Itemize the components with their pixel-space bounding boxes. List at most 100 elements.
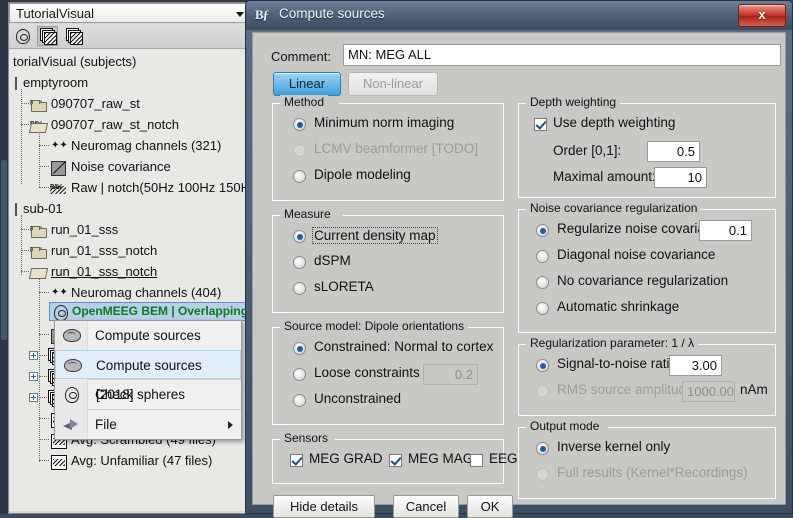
radio-sloreta[interactable]	[293, 282, 306, 295]
measure-group-title: Measure	[280, 207, 335, 221]
close-button[interactable]: x	[738, 4, 786, 27]
loose-constraints-input: 0.2	[423, 364, 478, 385]
head-model-icon	[62, 385, 81, 404]
label-automatic-shrinkage: Automatic shrinkage	[557, 299, 679, 314]
raw-folder-open-icon	[29, 263, 47, 280]
radio-dspm[interactable]	[293, 256, 306, 269]
label-no-covariance-regularization: No covariance regularization	[557, 273, 728, 288]
menu-item-check-spheres[interactable]: Check spheres	[55, 380, 241, 409]
submenu-arrow-icon	[228, 421, 233, 429]
raw-data-icon: RAW	[49, 179, 67, 196]
cancel-button[interactable]: Cancel	[393, 495, 459, 518]
hide-details-button[interactable]: Hide details	[273, 495, 375, 518]
tree-item-label: run_01_sss	[51, 219, 118, 240]
raw-folder-icon: RAW	[29, 221, 47, 238]
label-use-depth-weighting: Use depth weighting	[553, 115, 675, 130]
label-full-results: Full results (Kernel*Recordings)	[557, 465, 748, 480]
dialog-title: Compute sources	[279, 6, 385, 21]
menu-item-compute-sources-2018[interactable]: Compute sources [2018]	[55, 350, 241, 379]
order-input[interactable]: 0.5	[647, 141, 700, 162]
sensors-group-title: Sensors	[280, 431, 332, 445]
tree-item-label: Avg: Unfamiliar (47 files)	[71, 450, 212, 471]
tree-horizontal-scrollbar[interactable]	[0, 0, 8, 514]
radio-automatic-shrinkage[interactable]	[536, 302, 549, 315]
radio-diagonal-noise-covariance[interactable]	[536, 250, 549, 263]
label-diagonal-noise-covariance: Diagonal noise covariance	[557, 247, 715, 262]
brain-sources-icon	[63, 356, 82, 375]
radio-loose-constraints[interactable]	[293, 368, 306, 381]
expand-icon[interactable]	[29, 393, 38, 402]
linear-button[interactable]: Linear	[273, 72, 341, 96]
menu-item-label: Check spheres	[95, 387, 185, 402]
raw-folder-icon: RAW	[29, 95, 47, 112]
ok-button[interactable]: OK	[467, 495, 513, 518]
sensors-group: Sensors MEG GRAD MEG MAG EEG	[272, 439, 504, 484]
brainstorm-icon: Bƒ	[255, 7, 273, 24]
tree-item-openmeeg-bem[interactable]: OpenMEEG BEM | Overlapping spheres	[49, 302, 249, 321]
radio-regularize-noise-covariance[interactable]	[536, 224, 549, 237]
noise-covariance-group: Noise covariance regularization Regulari…	[518, 209, 776, 333]
checkbox-meg-mag[interactable]	[389, 454, 402, 467]
menu-item-compute-sources[interactable]: Compute sources	[55, 321, 241, 350]
tree-item-label: sub-01	[23, 198, 63, 219]
regularization-group: Regularization parameter: 1 / λ Signal-t…	[518, 344, 776, 416]
tree-item-label: emptyroom	[23, 72, 88, 93]
raw-folder-icon: RAW	[29, 242, 47, 259]
comment-label: Comment:	[271, 49, 331, 64]
radio-constrained[interactable]	[293, 342, 306, 355]
label-order: Order [0,1]:	[553, 143, 621, 158]
checkbox-eeg[interactable]	[470, 454, 483, 467]
label-inverse-kernel-only: Inverse kernel only	[557, 439, 670, 454]
channels-icon: ✦✦	[49, 137, 67, 154]
label-constrained: Constrained: Normal to cortex	[314, 339, 493, 354]
dialog-title-bar[interactable]: Bƒ Compute sources x	[246, 1, 792, 30]
radio-full-results	[536, 468, 549, 481]
expand-icon[interactable]	[29, 372, 38, 381]
label-meg-mag: MEG MAG	[408, 451, 473, 466]
scrollbar-thumb[interactable]	[1, 160, 7, 340]
protocol-select[interactable]: TutorialVisual	[9, 3, 250, 23]
radio-dipole-modeling[interactable]	[293, 170, 306, 183]
radio-unconstrained[interactable]	[293, 394, 306, 407]
noise-covariance-icon	[49, 158, 67, 175]
label-dspm: dSPM	[314, 253, 351, 268]
label-loose-constraints: Loose constraints	[314, 365, 420, 380]
snr-input[interactable]: 3.00	[669, 355, 722, 376]
comment-input[interactable]: MN: MEG ALL	[343, 44, 781, 66]
label-signal-to-noise-ratio: Signal-to-noise ratio:	[557, 356, 681, 371]
label-rms-source-amplitude: RMS source amplitude:	[557, 382, 697, 397]
app-window: TutorialVisual torialVisual (subjects)	[0, 0, 793, 514]
close-icon: x	[739, 7, 785, 22]
expand-icon[interactable]	[29, 351, 38, 360]
functional-subject-view-button[interactable]	[63, 26, 84, 46]
regularize-noise-covariance-input[interactable]: 0.1	[699, 220, 752, 241]
method-group-title: Method	[280, 95, 328, 109]
functional-view-button[interactable]	[37, 26, 58, 46]
compute-sources-dialog: Bƒ Compute sources x Comment: MN: MEG AL…	[245, 0, 793, 514]
database-tree[interactable]: torialVisual (subjects) emptyroom RAW 09…	[9, 49, 250, 511]
radio-no-covariance-regularization[interactable]	[536, 276, 549, 289]
radio-inverse-kernel-only[interactable]	[536, 442, 549, 455]
radio-current-density-map[interactable]	[293, 230, 306, 243]
menu-item-label: File	[95, 417, 117, 432]
label-eeg: EEG	[489, 451, 518, 466]
tree-item-label: 090707_raw_st_notch	[51, 114, 179, 135]
checkbox-meg-grad[interactable]	[290, 454, 303, 467]
radio-signal-to-noise-ratio[interactable]	[536, 359, 549, 372]
label-dipole-modeling: Dipole modeling	[314, 167, 411, 182]
tree-guide	[39, 131, 40, 187]
label-unconstrained: Unconstrained	[314, 391, 401, 406]
checkbox-use-depth-weighting[interactable]	[534, 118, 547, 131]
rms-amplitude-input: 1000.00	[682, 381, 735, 402]
maximal-amount-input[interactable]: 10	[654, 167, 707, 188]
raw-folder-open-icon: RAW	[29, 116, 47, 133]
average-icon	[49, 452, 67, 469]
functional-subject-icon	[66, 28, 82, 44]
matlab-icon	[62, 415, 81, 434]
functional-data-icon	[40, 28, 56, 44]
radio-rms-source-amplitude	[536, 385, 549, 398]
menu-item-file[interactable]: File	[55, 410, 241, 439]
radio-minimum-norm-imaging[interactable]	[293, 118, 306, 131]
non-linear-button[interactable]: Non-linear	[348, 72, 438, 96]
anatomy-view-button[interactable]	[13, 26, 34, 46]
